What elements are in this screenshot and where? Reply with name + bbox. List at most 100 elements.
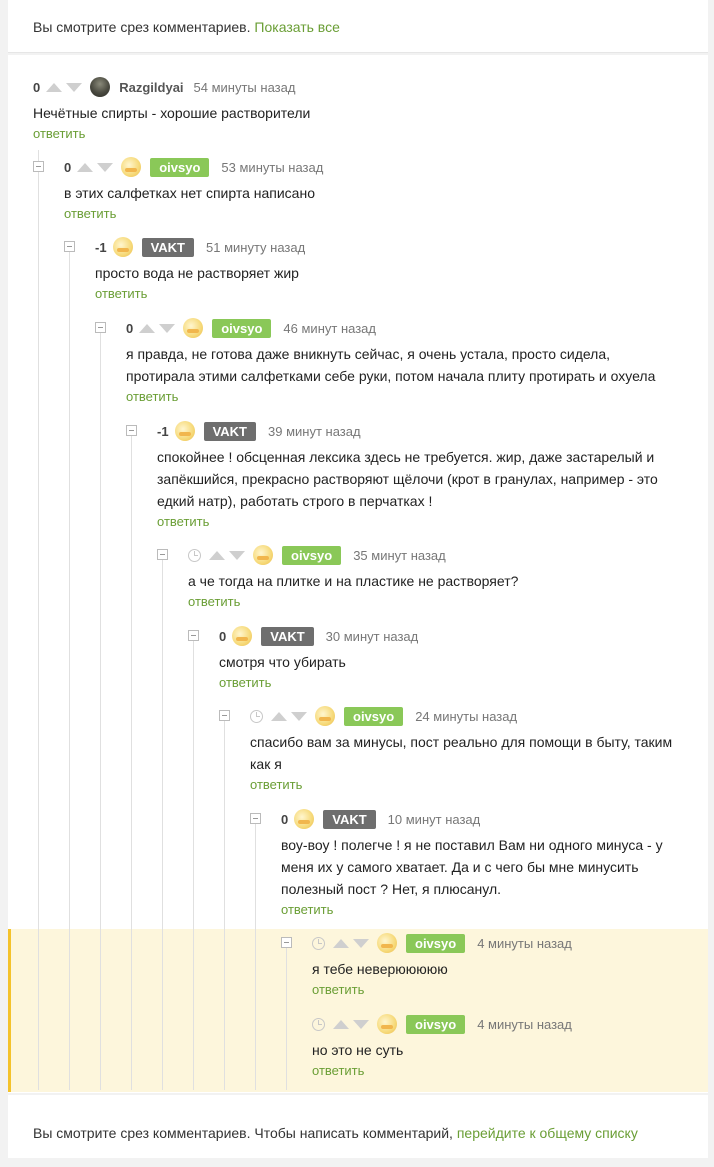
collapse-thread-button[interactable] xyxy=(64,241,75,252)
comment-time[interactable]: 24 минуты назад xyxy=(415,709,517,724)
comment-header: 0 VAKT 10 минут назад xyxy=(281,809,480,829)
author-badge[interactable]: oivsyo xyxy=(150,157,210,177)
user-avatar[interactable] xyxy=(294,809,315,829)
reply-link[interactable]: ответить xyxy=(157,514,209,529)
comment-text-line: но это не суть xyxy=(312,1042,404,1058)
upvote-arrow-icon[interactable] xyxy=(333,938,349,948)
clock-icon xyxy=(312,1017,325,1031)
user-avatar[interactable] xyxy=(377,933,397,953)
upvote-arrow-icon[interactable] xyxy=(271,711,287,721)
downvote-arrow-icon[interactable] xyxy=(66,82,83,92)
collapse-thread-button[interactable] xyxy=(126,425,137,436)
slice-notice-text: Вы смотрите срез комментариев. Показать … xyxy=(33,19,340,35)
thread-line xyxy=(162,559,163,1090)
comment-text: смотря что убирать xyxy=(219,651,346,673)
username[interactable]: VAKT xyxy=(261,626,314,646)
collapse-thread-button[interactable] xyxy=(33,161,44,172)
user-avatar[interactable] xyxy=(112,237,133,257)
author-badge[interactable]: oivsyo xyxy=(406,933,466,953)
reply-link[interactable]: ответить xyxy=(219,675,271,690)
comment-time[interactable]: 54 минуты назад xyxy=(194,80,296,95)
show-all-link[interactable]: Показать все xyxy=(254,19,339,35)
comment-text: я тебе неверююююю xyxy=(312,958,448,980)
go-to-full-list-link[interactable]: перейдите к общему списку xyxy=(457,1125,638,1141)
upvote-arrow-icon[interactable] xyxy=(139,323,156,333)
username[interactable]: VAKT xyxy=(203,421,256,441)
comment-text: Нечётные спирты - хорошие растворители xyxy=(33,102,310,124)
downvote-arrow-icon[interactable] xyxy=(353,1019,369,1029)
comment-header: oivsyo 4 минуты назад xyxy=(312,933,572,953)
collapse-thread-button[interactable] xyxy=(95,322,106,333)
comment-time[interactable]: 53 минуты назад xyxy=(221,160,323,175)
comment-text-line: в этих салфетках нет спирта написано xyxy=(64,185,315,201)
comment-text: спокойнее ! обсценная лексика здесь не т… xyxy=(157,446,658,512)
reply-link[interactable]: ответить xyxy=(126,389,178,404)
user-avatar[interactable] xyxy=(315,706,335,726)
reply-link[interactable]: ответить xyxy=(281,902,333,917)
comment-header: -1 VAKT 51 минуту назад xyxy=(95,237,305,257)
comment-time[interactable]: 46 минут назад xyxy=(283,321,376,336)
collapse-thread-button[interactable] xyxy=(157,549,168,560)
user-avatar[interactable] xyxy=(121,157,142,177)
upvote-arrow-icon[interactable] xyxy=(46,82,63,92)
author-badge[interactable]: oivsyo xyxy=(406,1014,466,1034)
user-avatar[interactable] xyxy=(183,318,204,338)
reply-link[interactable]: ответить xyxy=(312,982,364,997)
user-avatar[interactable] xyxy=(232,626,253,646)
reply-link[interactable]: ответить xyxy=(95,286,147,301)
collapse-thread-button[interactable] xyxy=(250,813,261,824)
collapse-thread-button[interactable] xyxy=(281,937,292,948)
user-avatar[interactable] xyxy=(253,545,273,565)
upvote-arrow-icon[interactable] xyxy=(209,550,225,560)
reply-link[interactable]: ответить xyxy=(64,206,116,221)
comment-rating: 0 xyxy=(64,159,72,175)
comment-time[interactable]: 35 минут назад xyxy=(353,548,446,563)
thread-line xyxy=(193,640,194,1090)
author-badge[interactable]: oivsyo xyxy=(282,545,342,565)
comment-time[interactable]: 30 минут назад xyxy=(326,629,419,644)
comment-text-line: я тебе неверююююю xyxy=(312,961,448,977)
upvote-arrow-icon[interactable] xyxy=(333,1019,349,1029)
thread-line xyxy=(286,947,287,1090)
comment-text-line: а че тогда на плитке и на пластике не ра… xyxy=(188,573,519,589)
reply-link[interactable]: ответить xyxy=(312,1063,364,1078)
author-badge[interactable]: oivsyo xyxy=(212,318,272,338)
username[interactable]: Razgildyai xyxy=(119,80,183,95)
comment-text-line: воу-воу ! полегче ! я не поставил Вам ни… xyxy=(281,837,663,853)
comment-header: oivsyo 24 минуты назад xyxy=(250,706,517,726)
user-avatar[interactable] xyxy=(174,421,195,441)
downvote-arrow-icon[interactable] xyxy=(291,711,307,721)
author-badge[interactable]: oivsyo xyxy=(344,706,404,726)
comment-time[interactable]: 10 минут назад xyxy=(388,812,481,827)
comment-time[interactable]: 39 минут назад xyxy=(268,424,361,439)
downvote-arrow-icon[interactable] xyxy=(353,938,369,948)
comment-rating: -1 xyxy=(95,239,107,255)
comment-time[interactable]: 51 минуту назад xyxy=(206,240,305,255)
comment-text-line: едкий натр), работать строго в перчатках… xyxy=(157,493,433,509)
comment-text-line: как я xyxy=(250,756,282,772)
reply-link[interactable]: ответить xyxy=(250,777,302,792)
downvote-arrow-icon[interactable] xyxy=(159,323,176,333)
reply-link[interactable]: ответить xyxy=(33,126,85,141)
username[interactable]: VAKT xyxy=(323,809,376,829)
username[interactable]: VAKT xyxy=(141,237,194,257)
comment-text-line: спасибо вам за минусы, пост реально для … xyxy=(250,734,673,750)
comment-time[interactable]: 4 минуты назад xyxy=(477,936,572,951)
downvote-arrow-icon[interactable] xyxy=(97,162,114,172)
user-avatar[interactable] xyxy=(377,1014,397,1034)
comment-time[interactable]: 4 минуты назад xyxy=(477,1017,572,1032)
slice-notice-top: Вы смотрите срез комментариев. Показать … xyxy=(8,0,708,53)
upvote-arrow-icon[interactable] xyxy=(77,162,94,172)
reply-link[interactable]: ответить xyxy=(188,594,240,609)
comment-text: в этих салфетках нет спирта написано xyxy=(64,182,315,204)
thread-line xyxy=(100,332,101,1090)
thread-line xyxy=(255,823,256,1090)
comment-text-line: смотря что убирать xyxy=(219,654,346,670)
comment-header: 0 Razgildyai 54 минуты назад xyxy=(33,77,295,97)
collapse-thread-button[interactable] xyxy=(219,710,230,721)
downvote-arrow-icon[interactable] xyxy=(229,550,245,560)
comment-header: oivsyo 35 минут назад xyxy=(188,545,446,565)
collapse-thread-button[interactable] xyxy=(188,630,199,641)
comment-header: -1 VAKT 39 минут назад xyxy=(157,421,361,441)
user-avatar[interactable] xyxy=(90,77,111,97)
